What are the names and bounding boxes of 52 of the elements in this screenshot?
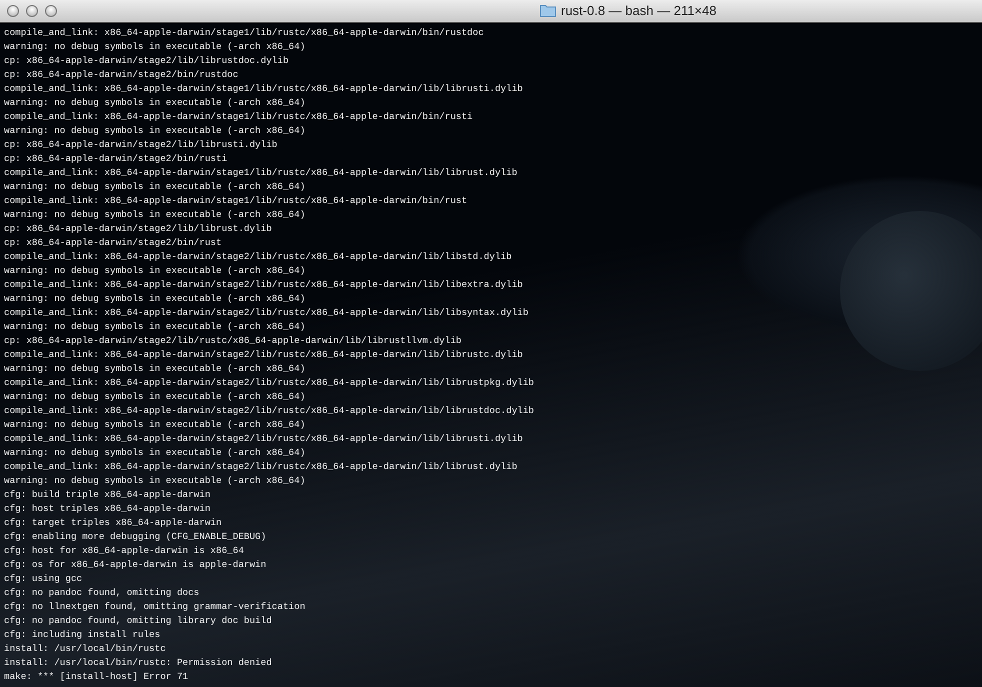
terminal-line: warning: no debug symbols in executable (-arch x86_64) [4, 418, 306, 432]
terminal-line: compile_and_link: x86_64-apple-darwin/stage2/lib/rustc/x86_64-apple-darwin/lib/librusti.dylib [4, 432, 523, 446]
terminal-line: install: /usr/local/bin/rustc: Permission denied [4, 656, 272, 670]
terminal-line: warning: no debug symbols in executable (-arch x86_64) [4, 264, 306, 278]
terminal-line: cfg: including install rules [4, 628, 160, 642]
terminal-line: compile_and_link: x86_64-apple-darwin/stage1/lib/rustc/x86_64-apple-darwin/bin/rusti [4, 110, 473, 124]
terminal-line: compile_and_link: x86_64-apple-darwin/stage2/lib/rustc/x86_64-apple-darwin/lib/libsyntax.dylib [4, 306, 528, 320]
terminal-line: compile_and_link: x86_64-apple-darwin/stage1/lib/rustc/x86_64-apple-darwin/lib/librust.dylib [4, 166, 518, 180]
terminal-line: warning: no debug symbols in executable (-arch x86_64) [4, 40, 306, 54]
terminal-line: cp: x86_64-apple-darwin/stage2/lib/rustc/x86_64-apple-darwin/lib/librustllvm.dylib [4, 334, 462, 348]
terminal-line: cp: x86_64-apple-darwin/stage2/bin/rust [4, 236, 222, 250]
terminal-line: install: /usr/local/bin/rustc [4, 642, 166, 656]
terminal-line: compile_and_link: x86_64-apple-darwin/stage2/lib/rustc/x86_64-apple-darwin/lib/librustdoc.dylib [4, 404, 534, 418]
terminal-line: cfg: no pandoc found, omitting docs [4, 586, 200, 600]
terminal-line: warning: no debug symbols in executable (-arch x86_64) [4, 180, 306, 194]
terminal-line: cp: x86_64-apple-darwin/stage2/bin/rusti [4, 152, 228, 166]
terminal-line: compile_and_link: x86_64-apple-darwin/stage2/lib/rustc/x86_64-apple-darwin/lib/libstd.dylib [4, 250, 512, 264]
terminal-line: warning: no debug symbols in executable (-arch x86_64) [4, 446, 306, 460]
terminal-line: warning: no debug symbols in executable (-arch x86_64) [4, 474, 306, 488]
terminal-line: warning: no debug symbols in executable (-arch x86_64) [4, 96, 306, 110]
terminal-line: warning: no debug symbols in executable (-arch x86_64) [4, 208, 306, 222]
terminal-line: cfg: build triple x86_64-apple-darwin [4, 488, 210, 502]
terminal-line: cfg: host for x86_64-apple-darwin is x86_64 [4, 544, 244, 558]
terminal-line: cfg: target triples x86_64-apple-darwin [4, 516, 222, 530]
terminal-line: warning: no debug symbols in executable (-arch x86_64) [4, 320, 306, 334]
terminal-line: compile_and_link: x86_64-apple-darwin/stage1/lib/rustc/x86_64-apple-darwin/bin/rustdoc [4, 26, 484, 40]
terminal-line: cp: x86_64-apple-darwin/stage2/lib/librustdoc.dylib [4, 54, 289, 68]
terminal-line: compile_and_link: x86_64-apple-darwin/stage1/lib/rustc/x86_64-apple-darwin/lib/librusti.dylib [4, 82, 523, 96]
terminal-line: make: *** [install-host] Error 71 [4, 670, 188, 684]
terminal-line: compile_and_link: x86_64-apple-darwin/stage2/lib/rustc/x86_64-apple-darwin/lib/librustc.dylib [4, 348, 523, 362]
terminal-line: compile_and_link: x86_64-apple-darwin/stage1/lib/rustc/x86_64-apple-darwin/bin/rust [4, 194, 468, 208]
terminal-line: cfg: using gcc [4, 572, 82, 586]
terminal-line: cp: x86_64-apple-darwin/stage2/lib/librust.dylib [4, 222, 272, 236]
terminal-line: cp: x86_64-apple-darwin/stage2/lib/librusti.dylib [4, 138, 278, 152]
terminal-line: cfg: no llnextgen found, omitting grammar-verification [4, 600, 306, 614]
terminal-line: compile_and_link: x86_64-apple-darwin/stage2/lib/rustc/x86_64-apple-darwin/lib/librust.dylib [4, 460, 518, 474]
terminal-line: cp: x86_64-apple-darwin/stage2/bin/rustdoc [4, 68, 238, 82]
terminal-line: compile_and_link: x86_64-apple-darwin/stage2/lib/rustc/x86_64-apple-darwin/lib/librustpkg.dylib [4, 376, 534, 390]
terminal-line: cfg: os for x86_64-apple-darwin is apple-darwin [4, 558, 266, 572]
zoom-button[interactable] [45, 5, 57, 17]
terminal-line: warning: no debug symbols in executable (-arch x86_64) [4, 362, 306, 376]
terminal-line: cfg: enabling more debugging (CFG_ENABLE_DEBUG) [4, 530, 266, 544]
folder-icon [540, 4, 556, 17]
minimize-button[interactable] [26, 5, 38, 17]
window-title: rust-0.8 — bash — 211×48 [561, 3, 716, 18]
terminal-line: warning: no debug symbols in executable (-arch x86_64) [4, 390, 306, 404]
terminal-line: compile_and_link: x86_64-apple-darwin/stage2/lib/rustc/x86_64-apple-darwin/lib/libextra.dylib [4, 278, 523, 292]
terminal-line: warning: no debug symbols in executable (-arch x86_64) [4, 124, 306, 138]
terminal-line: warning: no debug symbols in executable (-arch x86_64) [4, 292, 306, 306]
terminal-line: cfg: no pandoc found, omitting library doc build [4, 614, 272, 628]
close-button[interactable] [7, 5, 19, 17]
terminal-line: cfg: host triples x86_64-apple-darwin [4, 502, 210, 516]
